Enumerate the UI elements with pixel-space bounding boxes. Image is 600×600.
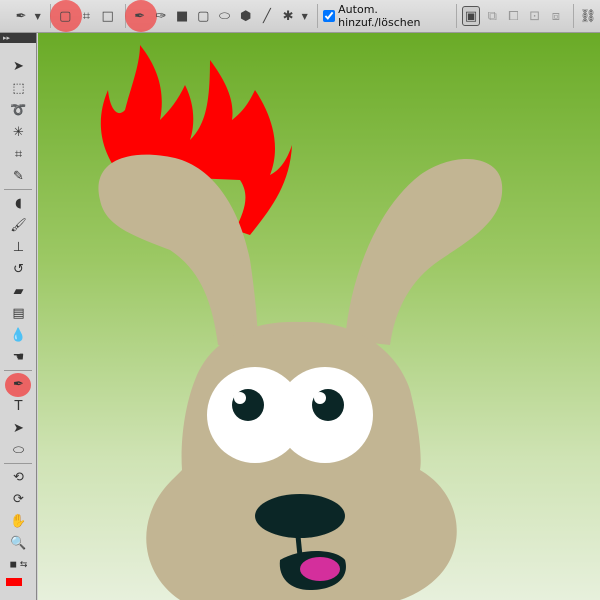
left-eye-highlight — [234, 392, 246, 404]
right-eye-highlight — [314, 392, 326, 404]
left-ear — [98, 154, 258, 345]
nose — [255, 494, 345, 538]
right-ear — [345, 158, 503, 345]
bunny-artwork — [98, 45, 503, 600]
tongue — [300, 557, 340, 581]
